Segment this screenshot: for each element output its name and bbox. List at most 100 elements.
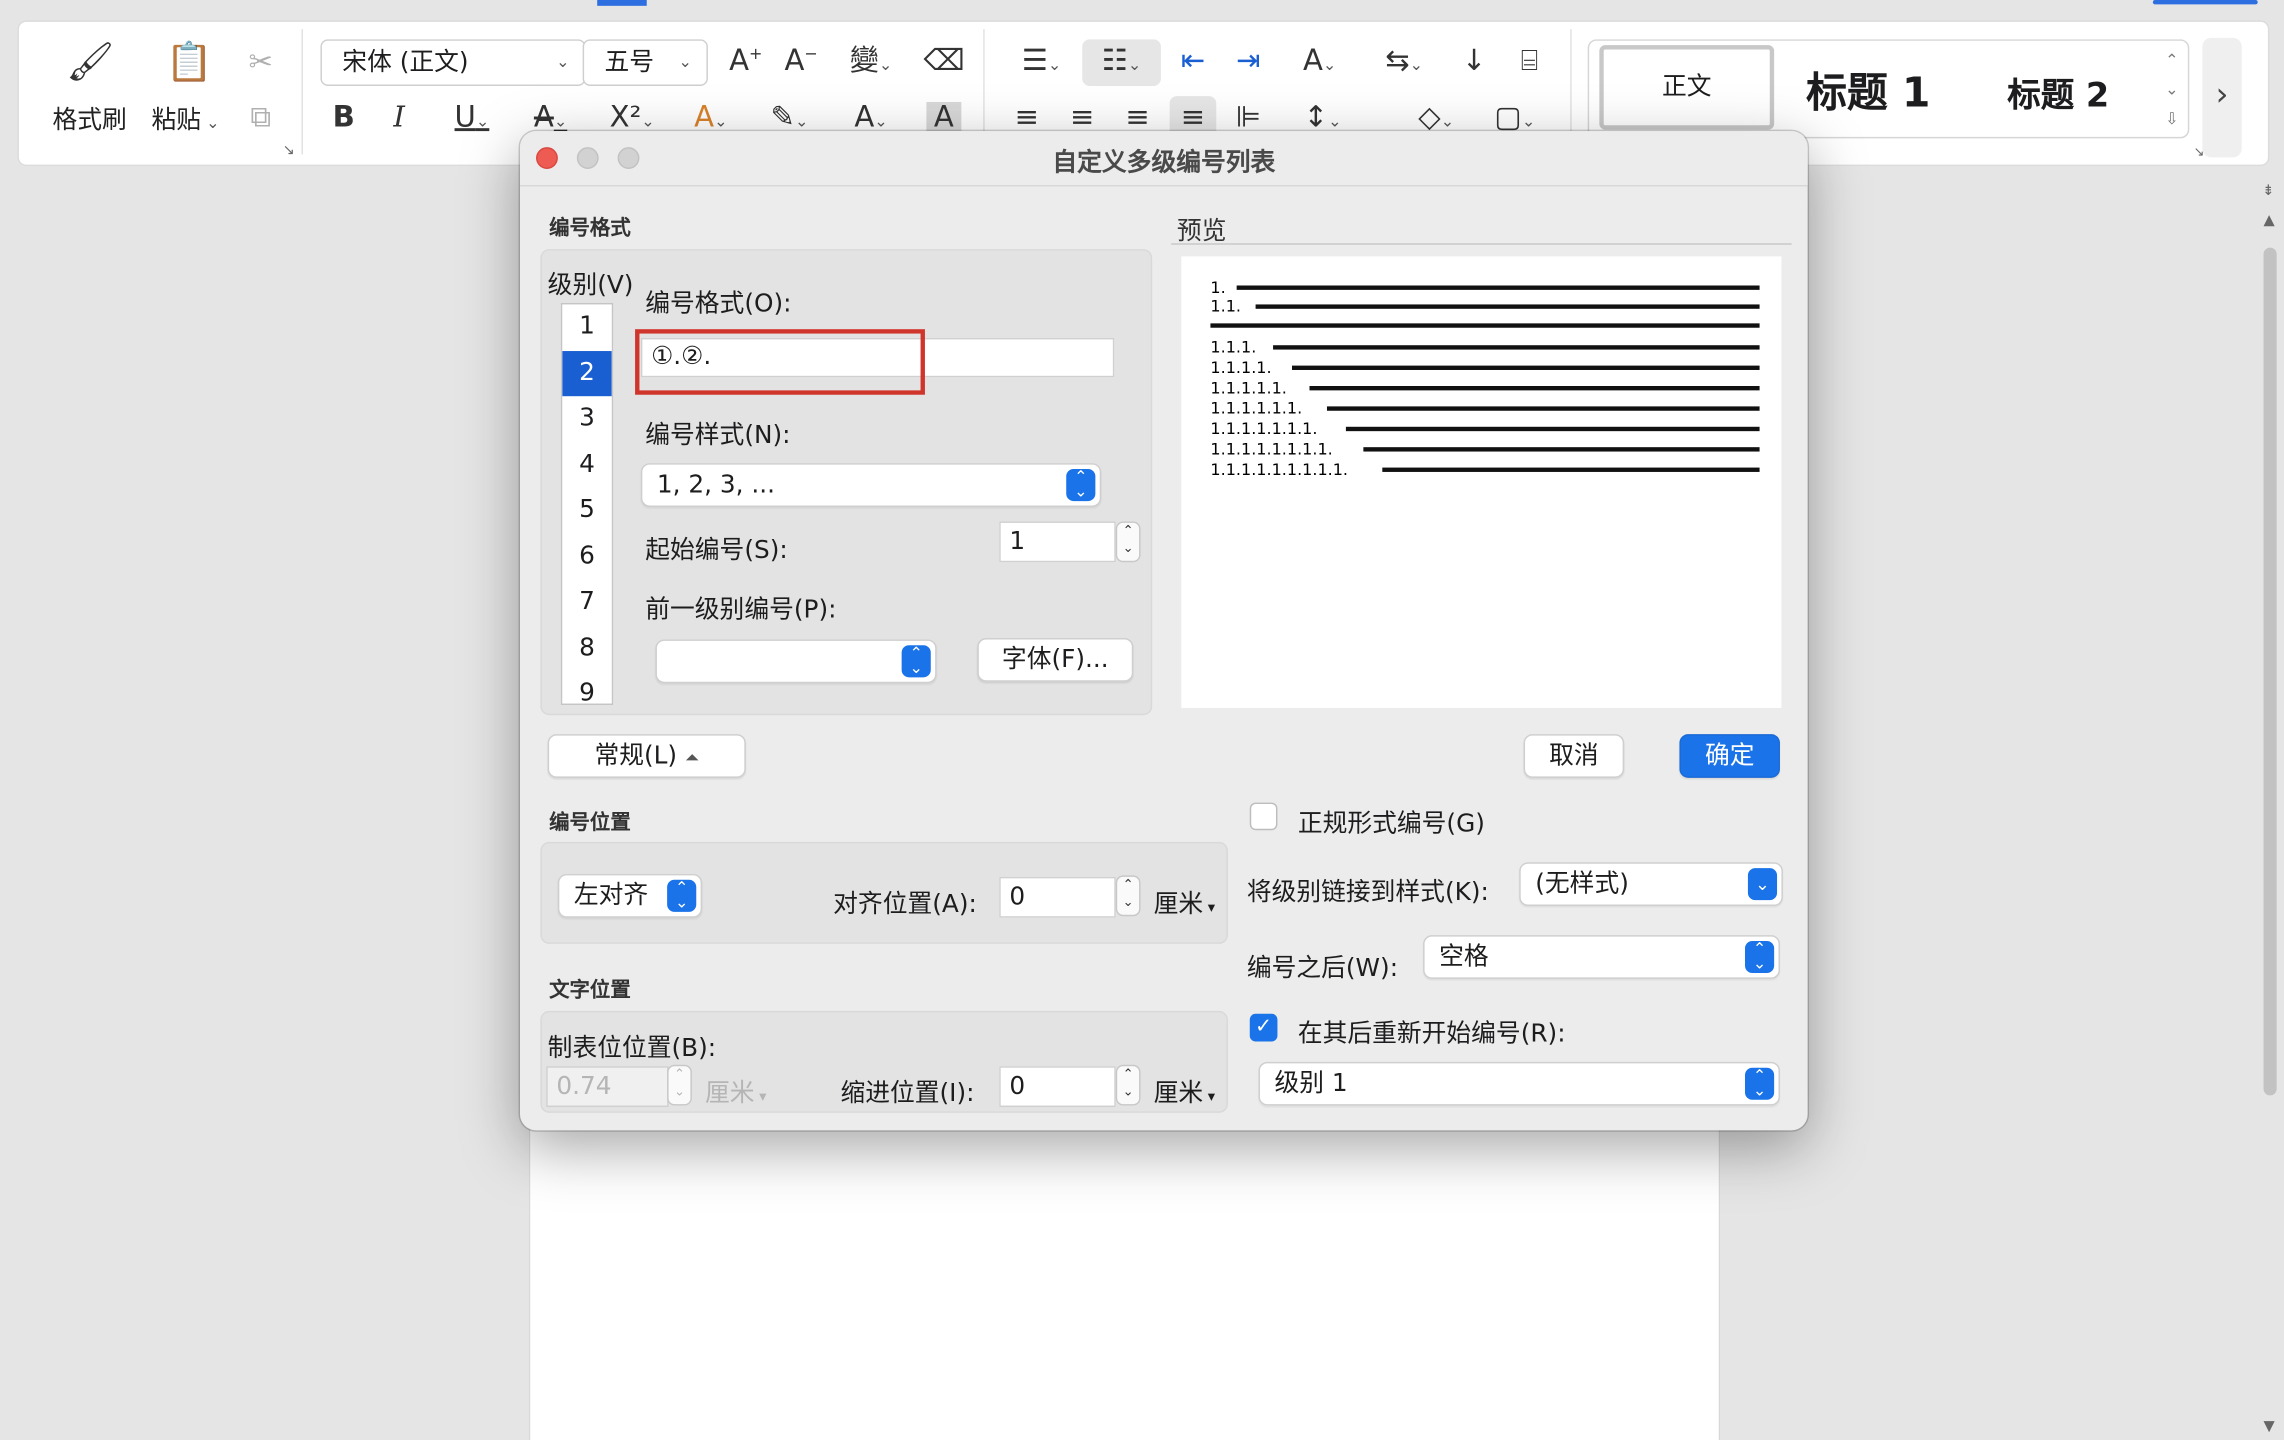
font-name-select[interactable]: 宋体 (正文) ⌄: [320, 39, 586, 86]
align-at-unit-select[interactable]: 厘米 ▾: [1154, 883, 1215, 919]
format-label: 编号格式(O):: [645, 289, 792, 319]
follow-number-label: 编号之后(W):: [1246, 954, 1399, 984]
clipboard-launcher-icon[interactable]: ↘: [283, 143, 295, 159]
level-item[interactable]: 1: [562, 304, 612, 350]
dialog-title: 自定义多级编号列表: [1052, 148, 1276, 178]
text-direction-icon[interactable]: A⌄: [1288, 45, 1352, 74]
font-color-icon[interactable]: A⌄: [842, 99, 900, 139]
scroll-split-icon[interactable]: ⇟: [2262, 184, 2274, 200]
sort-icon[interactable]: ↓: [1454, 45, 1495, 74]
start-at-label: 起始编号(S):: [645, 536, 788, 566]
show-marks-icon[interactable]: ⌸: [1509, 45, 1550, 74]
preview-number: 1.1.1.1.: [1210, 358, 1272, 378]
preview-pane: 1. 1.1. 1.1.1. 1.1.1.1. 1.1.1.1.1. 1.1.1.1.1.…: [1181, 256, 1782, 708]
style-heading2[interactable]: 标题 2: [2007, 67, 2109, 117]
level-item[interactable]: 5: [562, 488, 612, 534]
style-heading1[interactable]: 标题 1: [1806, 61, 1930, 119]
restart-level-select[interactable]: 级别 1 ⌃ ⌄: [1258, 1061, 1780, 1106]
level-item[interactable]: 8: [562, 626, 612, 672]
format-painter-label[interactable]: 格式刷: [52, 99, 126, 135]
share-button-edge[interactable]: [2152, 0, 2258, 5]
level-list[interactable]: 123456789: [560, 302, 614, 705]
level-item[interactable]: 3: [562, 396, 612, 442]
distributed-icon[interactable]: ⊫: [1229, 102, 1267, 131]
level-item[interactable]: 7: [562, 580, 612, 626]
align-at-input[interactable]: 0: [999, 876, 1116, 918]
align-center-icon[interactable]: ≡: [1063, 102, 1101, 131]
tab-indicator: [597, 0, 647, 6]
scroll-up-icon[interactable]: ▲: [2264, 213, 2275, 229]
start-at-stepper[interactable]: ⌃ ⌄: [1115, 521, 1141, 563]
level-item[interactable]: 6: [562, 534, 612, 580]
indent-stepper[interactable]: ⌃ ⌄: [1115, 1064, 1141, 1106]
preview-number: 1.1.: [1210, 297, 1242, 317]
decrease-indent-icon[interactable]: ⇤: [1174, 45, 1212, 74]
tab-stop-unit-select[interactable]: 厘米 ▾: [705, 1072, 766, 1108]
shading-icon[interactable]: ◇⌄: [1404, 102, 1468, 131]
legal-numbering-checkbox[interactable]: [1249, 802, 1278, 831]
italic-icon[interactable]: I: [382, 102, 417, 131]
grow-font-icon[interactable]: A+: [725, 45, 766, 74]
align-at-label: 对齐位置(A):: [833, 889, 977, 920]
superscript-icon[interactable]: X²⌄: [603, 102, 661, 131]
bullets-icon[interactable]: ☰⌄: [1011, 45, 1072, 74]
copy-icon[interactable]: ⧉: [242, 102, 280, 131]
link-style-select[interactable]: (无样式) ⌄: [1519, 862, 1783, 907]
bold-icon[interactable]: B: [326, 102, 361, 131]
highlight-icon[interactable]: ✎⌄: [760, 99, 818, 140]
cut-icon[interactable]: ✂: [242, 47, 280, 76]
restart-checkbox[interactable]: ✓: [1249, 1013, 1278, 1042]
indent-input[interactable]: 0: [999, 1066, 1116, 1108]
numbering-icon[interactable]: ☷⌄: [1090, 45, 1154, 74]
tab-stop-input[interactable]: 0.74: [546, 1066, 669, 1108]
alignment-select[interactable]: 左对齐 ⌃ ⌄: [557, 873, 703, 918]
shrink-font-icon[interactable]: A−: [781, 45, 822, 74]
justify-icon[interactable]: ≡: [1174, 102, 1212, 131]
char-shading-icon[interactable]: A: [926, 101, 962, 131]
general-toggle-button[interactable]: 常规(L) ⏶: [547, 734, 746, 778]
follow-number-select[interactable]: 空格 ⌃ ⌄: [1423, 935, 1780, 979]
document-page[interactable]: [528, 1121, 1721, 1440]
scroll-down-icon[interactable]: ▼: [2264, 1419, 2275, 1435]
level-item[interactable]: 2: [562, 350, 612, 397]
level-item[interactable]: 9: [562, 671, 612, 704]
tab-stop-stepper[interactable]: ⌃ ⌄: [667, 1064, 692, 1106]
preview-line: [1363, 447, 1760, 452]
borders-icon[interactable]: ▢⌄: [1483, 102, 1547, 131]
line-spacing-icon[interactable]: ↕⌄: [1291, 102, 1355, 131]
start-at-input[interactable]: 1: [999, 521, 1116, 563]
phonetic-guide-icon[interactable]: 變⌄: [839, 45, 903, 74]
cancel-button[interactable]: 取消: [1523, 734, 1625, 778]
increase-indent-icon[interactable]: ⇥: [1229, 45, 1267, 74]
format-painter-icon[interactable]: 🖌: [64, 44, 116, 82]
preview-number: 1.1.1.1.1.1.: [1210, 399, 1303, 419]
level-item[interactable]: 4: [562, 442, 612, 488]
styles-scroll-icon[interactable]: ⌃ ⌄ ⇩: [2162, 47, 2182, 134]
align-right-icon[interactable]: ≡: [1119, 102, 1157, 131]
number-style-select[interactable]: 1, 2, 3, ... ⌃ ⌄: [640, 463, 1102, 507]
underline-icon[interactable]: U⌄: [443, 102, 501, 131]
font-button[interactable]: 字体(F)...: [977, 637, 1134, 682]
scroll-thumb[interactable]: [2263, 247, 2277, 1096]
preview-divider: [1171, 243, 1792, 245]
indent-unit-select[interactable]: 厘米 ▾: [1154, 1072, 1215, 1108]
strikethrough-icon[interactable]: A⌄: [521, 102, 579, 131]
paste-label[interactable]: 粘贴 ⌄: [151, 99, 219, 135]
styles-launcher-icon[interactable]: ↘: [2194, 146, 2205, 161]
text-direction2-icon[interactable]: ⇆⌄: [1372, 45, 1436, 74]
prev-level-select[interactable]: ⌃ ⌄: [655, 639, 937, 684]
text-effects-icon[interactable]: A⌄: [682, 102, 740, 131]
paste-icon[interactable]: 📋: [163, 44, 215, 82]
link-style-label: 将级别链接到样式(K):: [1246, 878, 1489, 908]
ribbon-next-icon[interactable]: ›: [2202, 37, 2242, 158]
preview-number: 1.: [1210, 278, 1226, 298]
clear-format-icon[interactable]: ⌫: [923, 45, 964, 74]
number-format-section-title: 编号格式: [549, 217, 631, 241]
font-size-select[interactable]: 五号 ⌄: [582, 39, 708, 86]
number-position-section-title: 编号位置: [549, 811, 631, 835]
preview-number: 1.1.1.1.1.1.1.1.1.: [1210, 460, 1349, 480]
align-left-icon[interactable]: ≡: [1008, 102, 1046, 131]
ok-button[interactable]: 确定: [1679, 734, 1780, 778]
style-normal[interactable]: 正文: [1599, 45, 1775, 130]
align-at-stepper[interactable]: ⌃ ⌄: [1115, 875, 1141, 917]
